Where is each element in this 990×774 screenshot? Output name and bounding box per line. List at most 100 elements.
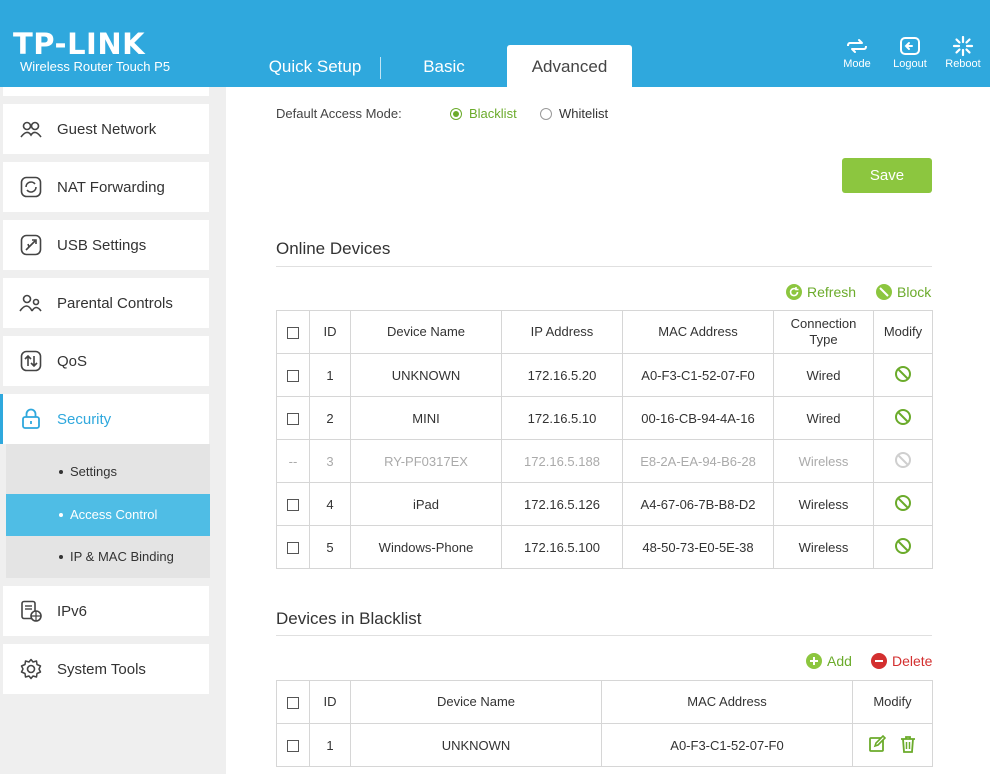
divider [276,266,932,267]
sidebar-item-label: Parental Controls [57,294,173,312]
modify-cell [873,525,933,569]
device-ip: 172.16.5.100 [501,525,623,569]
sidebar-item-label: Guest Network [57,120,157,138]
mode-button[interactable]: Mode [833,36,881,70]
block-device-icon[interactable] [894,494,912,515]
submenu-item-ip-mac-binding[interactable]: IP & MAC Binding [6,536,210,578]
tab-quick-setup[interactable]: Quick Setup [250,45,380,87]
connection-type: Wireless [773,525,874,569]
row-checkbox[interactable] [287,740,299,753]
sidebar: Guest Network NAT Forwarding USB Setting… [0,87,226,774]
select-all-cell [276,680,310,724]
logout-icon [900,37,920,55]
row-checkbox[interactable] [287,499,299,512]
device-ip: 172.16.5.20 [501,353,623,397]
router-model: Wireless Router Touch P5 [20,59,171,74]
reboot-button[interactable]: Reboot [939,36,987,70]
row-checkbox[interactable] [287,413,299,426]
sidebar-item-usb-settings[interactable]: USB Settings [3,220,209,270]
usb-icon [19,233,43,257]
device-mac: A0-F3-C1-52-07-F0 [622,353,774,397]
submenu-item-access-control[interactable]: Access Control [6,494,210,536]
connection-type: Wireless [773,482,874,526]
tab-advanced[interactable]: Advanced [507,45,632,87]
device-ip: 172.16.5.10 [501,396,623,440]
device-name: UNKNOWN [350,353,502,397]
row-checkbox[interactable] [287,370,299,383]
device-name: Windows-Phone [350,525,502,569]
device-mac: 00-16-CB-94-4A-16 [622,396,774,440]
column-header-connection-type: Connection Type [773,310,874,354]
sidebar-item-guest-network[interactable]: Guest Network [3,104,209,154]
sidebar-item-parental-controls[interactable]: Parental Controls [3,278,209,328]
modify-cell [873,396,933,440]
table-row: 1 UNKNOWN 172.16.5.20 A0-F3-C1-52-07-F0 … [276,353,933,397]
select-all-checkbox[interactable] [287,326,299,339]
device-id: 4 [309,482,351,526]
sidebar-item-qos[interactable]: QoS [3,336,209,386]
logout-label: Logout [893,58,927,70]
guest-network-icon [19,117,43,141]
device-name: MINI [350,396,502,440]
tp-link-logo: TP-LINK [13,27,146,61]
mode-label: Mode [843,58,871,70]
device-mac: E8-2A-EA-94-B6-28 [622,439,774,483]
devices-in-blacklist-title: Devices in Blacklist [276,609,422,628]
save-button[interactable]: Save [842,158,932,193]
table-header-row: ID Device Name MAC Address Modify [276,680,933,724]
delete-button[interactable]: Delete [871,653,932,669]
sidebar-item-label: QoS [57,352,88,370]
block-button[interactable]: Block [876,284,931,300]
row-select-cell [276,353,310,397]
sidebar-item-label: System Tools [57,660,146,678]
device-name: iPad [350,482,502,526]
default-access-mode-label: Default Access Mode: [276,106,402,121]
block-device-icon-disabled [894,451,912,472]
table-row: 5 Windows-Phone 172.16.5.100 48-50-73-E0… [276,525,933,569]
block-device-icon[interactable] [894,365,912,386]
whitelist-radio[interactable]: Whitelist [540,106,608,121]
online-devices-title: Online Devices [276,239,391,258]
add-button[interactable]: Add [806,653,852,669]
modify-cell [873,482,933,526]
select-all-cell [276,310,310,354]
row-checkbox[interactable] [287,542,299,555]
edit-icon[interactable] [868,734,886,756]
sidebar-item-label: IPv6 [57,602,88,620]
reboot-label: Reboot [945,58,981,70]
main-content: Default Access Mode: Blacklist Whitelist… [226,87,990,774]
block-device-icon[interactable] [894,408,912,429]
submenu-item-settings[interactable]: Settings [6,451,210,493]
divider [276,635,932,636]
device-mac: A4-67-06-7B-B8-D2 [622,482,774,526]
logout-button[interactable]: Logout [886,36,934,70]
modify-cell [873,439,933,483]
sidebar-item-label: NAT Forwarding [57,178,165,196]
block-icon [876,284,892,300]
column-header-id: ID [309,310,351,354]
delete-icon [871,653,887,669]
sidebar-item-ipv6[interactable]: IPv6 [3,586,209,636]
table-row: -- 3 RY-PF0317EX 172.16.5.188 E8-2A-EA-9… [276,439,933,483]
tab-basic[interactable]: Basic [381,45,507,87]
sidebar-item-nat-forwarding[interactable]: NAT Forwarding [3,162,209,212]
connection-type: Wired [773,353,874,397]
trash-icon[interactable] [899,735,917,756]
sidebar-item-label: USB Settings [57,236,147,254]
block-device-icon[interactable] [894,537,912,558]
refresh-icon [786,284,802,300]
modify-cell [852,723,933,767]
top-tabs: Quick Setup Basic Advanced [250,45,632,87]
sidebar-item-system-tools[interactable]: System Tools [3,644,209,694]
select-all-checkbox[interactable] [287,696,299,709]
column-header-modify: Modify [873,310,933,354]
online-devices-table: ID Device Name IP Address MAC Address Co… [276,310,933,569]
row-select-cell [276,396,310,440]
device-ip: 172.16.5.126 [501,482,623,526]
sidebar-item-security[interactable]: Security [0,394,209,444]
refresh-button[interactable]: Refresh [786,284,856,300]
table-row: 1 UNKNOWN A0-F3-C1-52-07-F0 [276,723,933,767]
device-ip: 172.16.5.188 [501,439,623,483]
table-row: 4 iPad 172.16.5.126 A4-67-06-7B-B8-D2 Wi… [276,482,933,526]
blacklist-radio[interactable]: Blacklist [450,106,517,121]
